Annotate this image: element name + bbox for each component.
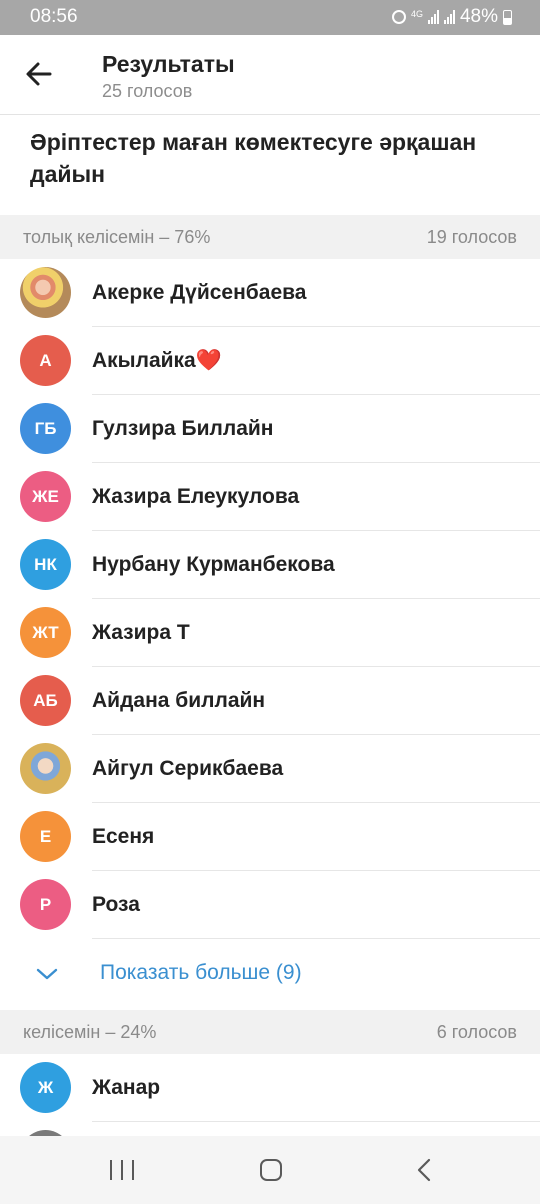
home-icon[interactable] [260,1159,282,1181]
voter-row[interactable]: Айгул Серикбаева [0,735,540,803]
poll-question: Әріптестер маған көмектесуге әрқашан дай… [30,129,477,187]
avatar [20,743,71,794]
avatar: Р [20,879,71,930]
option-header: толық келісемін – 76% 19 голосов [0,215,540,259]
battery-percent: 48% [459,6,498,27]
option-label: келісемін – 24% [23,1022,157,1042]
voter-name: Нурбану Курманбекова [92,553,335,576]
system-nav-bar [0,1136,540,1204]
voter-row[interactable]: Ж Жанар [0,1054,540,1122]
option-header: келісемін – 24% 6 голосов [0,1010,540,1054]
voter-row[interactable]: НК Нурбану Курманбекова [0,531,540,599]
voter-name: Айдана биллайн [92,689,266,712]
divider [92,938,540,939]
status-icons: 4G 48% [391,6,512,28]
show-more-button[interactable]: Показать больше (9) [0,940,540,1008]
chevron-down-icon [36,968,58,980]
avatar: Ж [20,1062,71,1113]
option-votes: 6 голосов [436,1022,517,1042]
status-time: 08:56 [30,6,78,27]
voter-row[interactable]: Акерке Дүйсенбаева [0,259,540,327]
network-type: 4G [410,8,423,19]
voter-name: Жазира Т [92,621,190,644]
avatar: ЖТ [20,607,71,658]
voter-row[interactable]: Р Роза [0,871,540,939]
voter-row[interactable]: АБ Айдана биллайн [0,667,540,735]
signal-icon [427,10,439,24]
avatar: А [20,335,71,386]
voter-row[interactable]: Е Есеня [0,803,540,871]
avatar: Е [20,811,71,862]
alarm-icon [391,10,406,24]
voter-row[interactable]: ГБ Гулзира Биллайн [0,395,540,463]
back-nav-icon[interactable] [414,1158,434,1182]
arrow-left-icon[interactable] [22,57,56,91]
option-votes: 19 голосов [426,227,517,247]
voter-name: Айгул Серикбаева [92,757,284,780]
recent-apps-icon[interactable] [110,1160,134,1180]
avatar: АБ [20,675,71,726]
voter-name: Акылайка❤️ [92,349,222,372]
voter-name: Роза [92,893,140,916]
voter-row[interactable]: А Акылайка❤️ [0,327,540,395]
status-bar: 08:56 4G 48% [0,0,540,35]
avatar [20,267,71,318]
show-more-label: Показать больше (9) [100,961,302,984]
voter-name: Акерке Дүйсенбаева [92,281,307,304]
voter-row[interactable]: ЖТ Жазира Т [0,599,540,667]
signal-icon [443,10,455,24]
avatar: ЖЕ [20,471,71,522]
voter-name: Гулзира Биллайн [92,417,274,440]
voter-row[interactable]: ЖЕ Жазира Елеукулова [0,463,540,531]
voter-name: Есеня [92,825,155,848]
option-label: толық келісемін – 76% [23,227,211,247]
voter-name: Жанар [92,1076,161,1099]
vote-count: 25 голосов [102,81,193,101]
page-title: Результаты [102,51,235,77]
avatar: ГБ [20,403,71,454]
battery-icon [503,9,512,25]
avatar: НК [20,539,71,590]
voter-name: Жазира Елеукулова [92,485,300,508]
app-header: Результаты 25 голосов [0,35,540,115]
